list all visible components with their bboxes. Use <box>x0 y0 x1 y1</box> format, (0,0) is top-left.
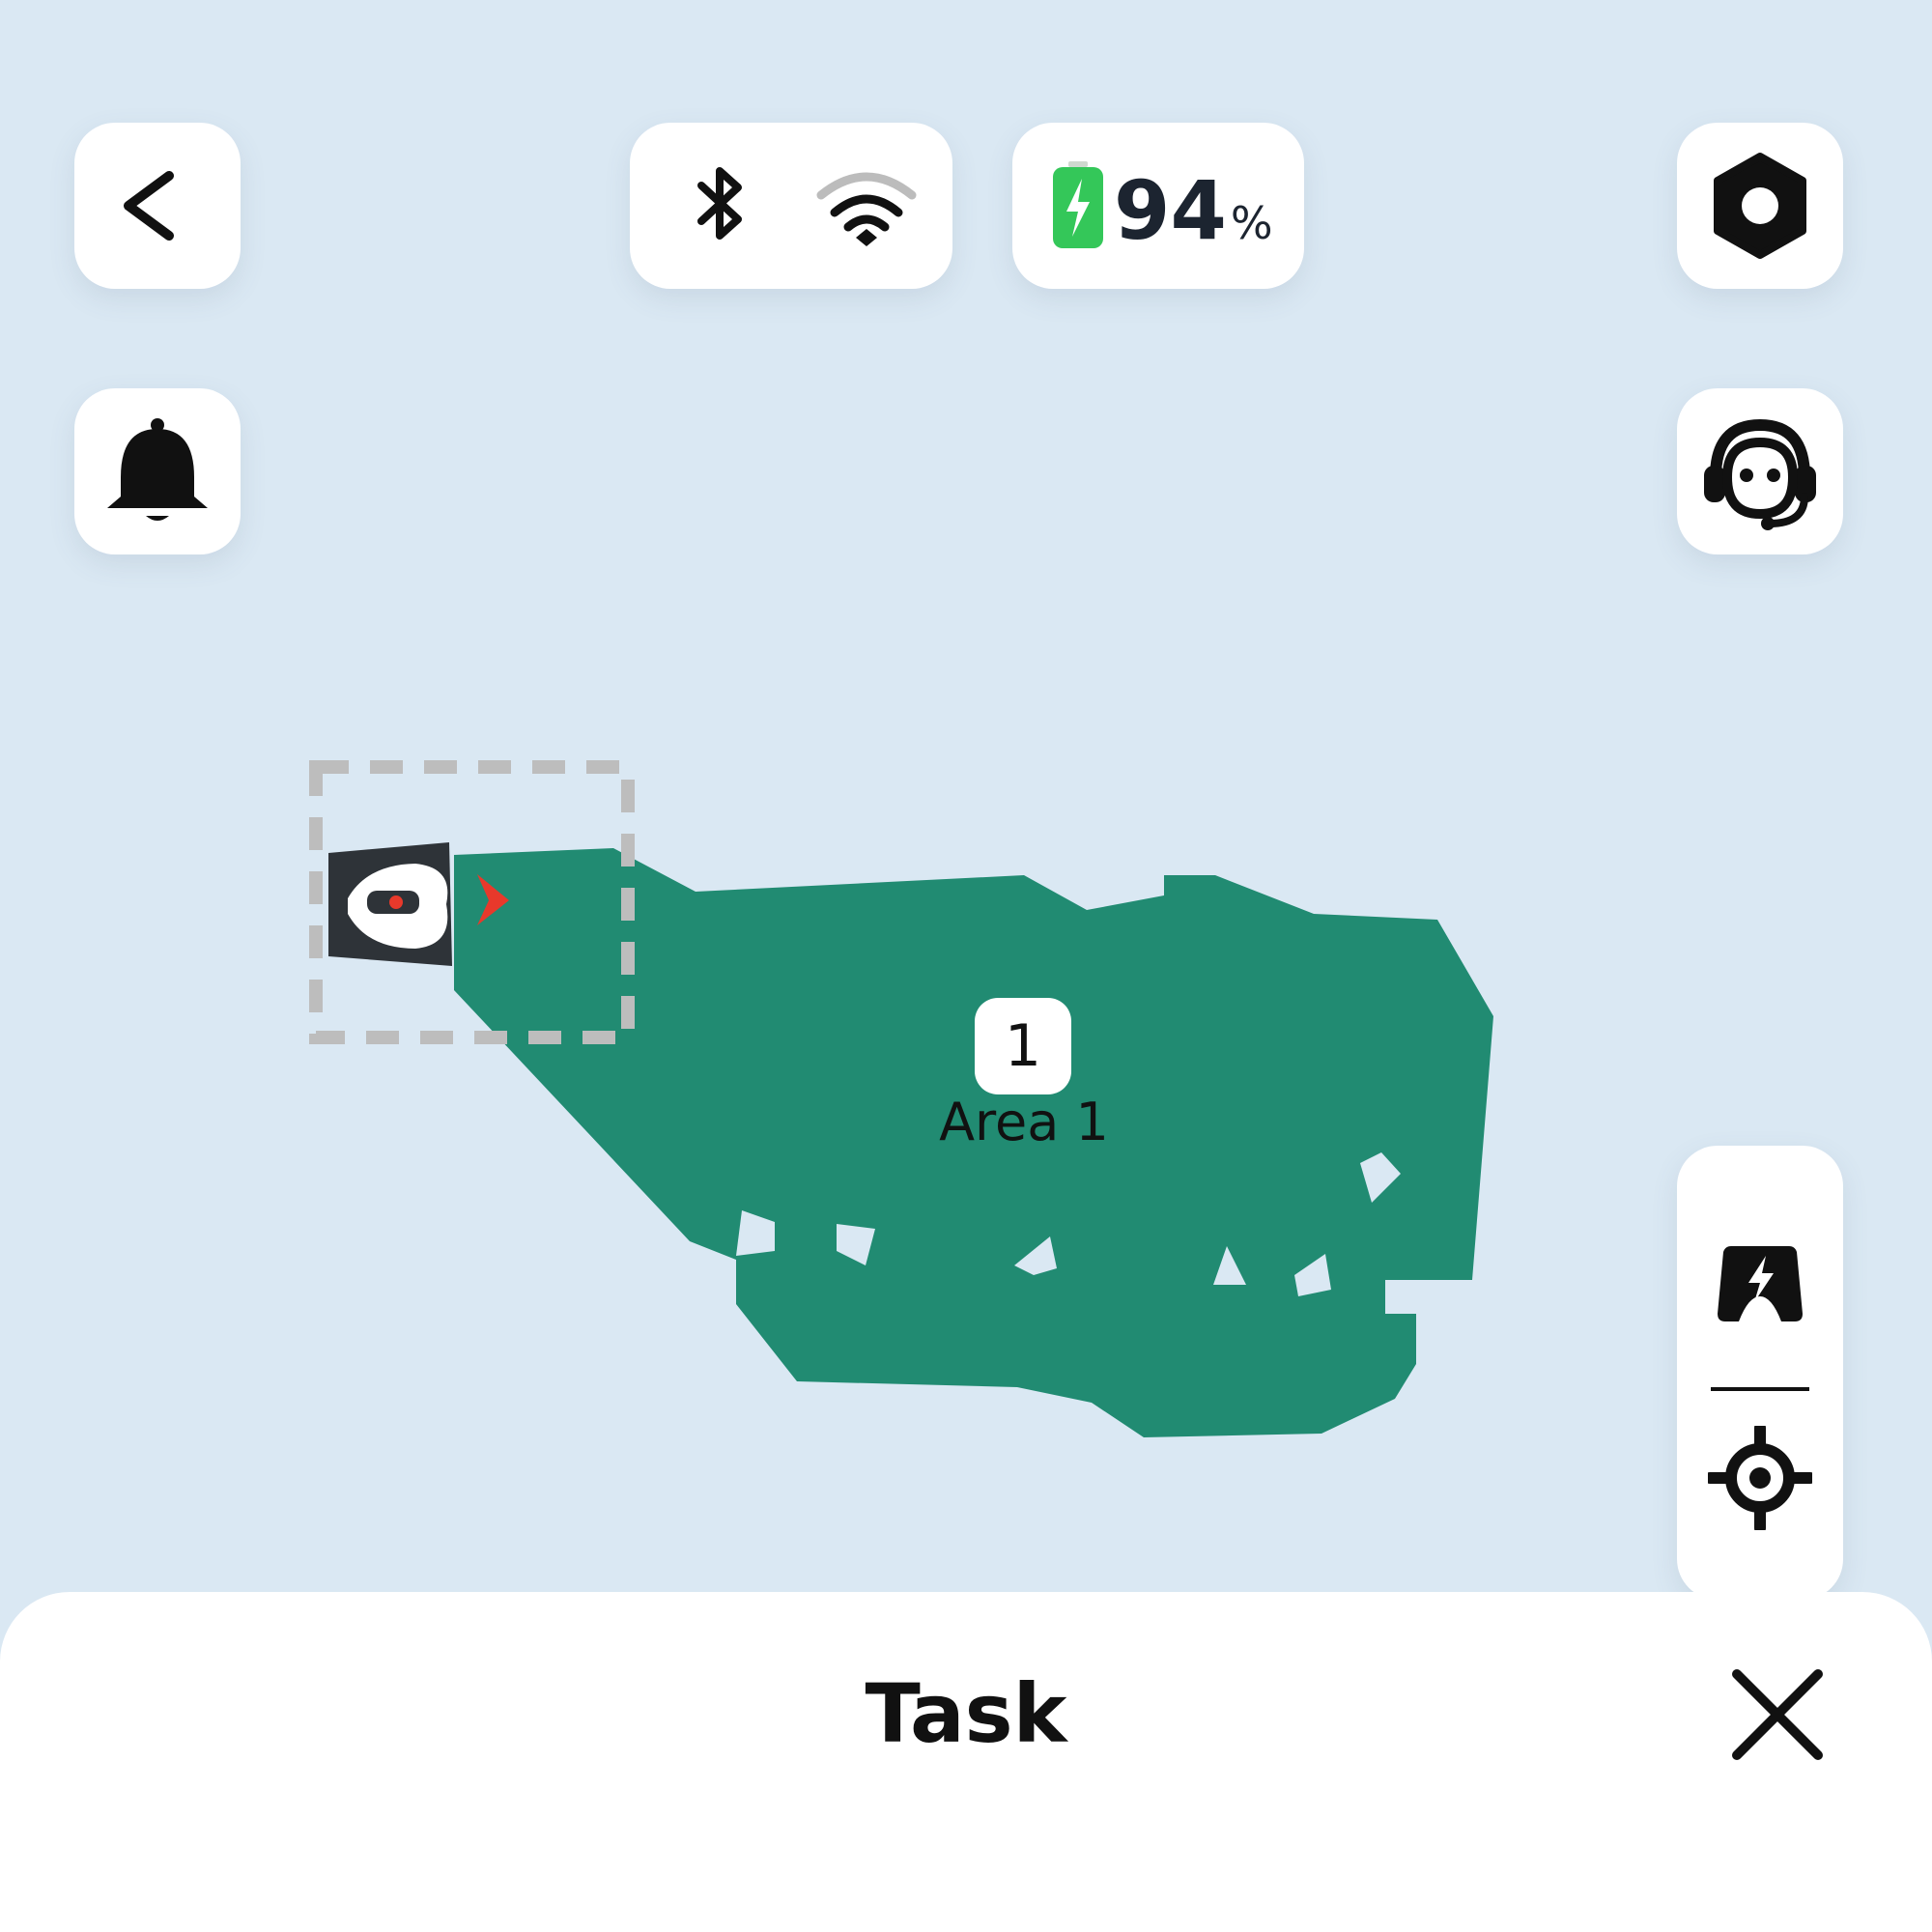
battery-unit: % <box>1230 197 1273 249</box>
chevron-left-icon <box>124 171 174 241</box>
map-controls <box>1677 1146 1843 1600</box>
close-button[interactable] <box>1719 1657 1835 1773</box>
battery-level: 94 <box>1114 163 1227 258</box>
wifi-icon <box>816 172 917 246</box>
bell-icon <box>107 418 208 521</box>
settings-button[interactable] <box>1677 123 1843 289</box>
sheet-title: Task <box>865 1666 1067 1761</box>
charging-station-icon <box>1718 1246 1803 1321</box>
divider <box>1711 1387 1809 1391</box>
headset-support-icon <box>1704 418 1816 530</box>
hexagon-gear-icon <box>1714 153 1806 259</box>
notifications-button[interactable] <box>74 388 241 554</box>
close-icon <box>1732 1669 1823 1760</box>
support-button[interactable] <box>1677 388 1843 554</box>
task-sheet <box>0 1592 1932 1932</box>
crosshair-locate-icon <box>1708 1426 1812 1530</box>
charging-station-button[interactable] <box>1677 1146 1843 1373</box>
bluetooth-icon <box>697 167 742 240</box>
mower-icon[interactable] <box>328 842 452 966</box>
back-button[interactable] <box>74 123 241 289</box>
area-number-badge[interactable]: 1 <box>975 998 1071 1094</box>
charging-battery-icon <box>1053 161 1103 248</box>
area-name-label: Area 1 <box>939 1092 1109 1152</box>
locate-button[interactable] <box>1677 1397 1843 1600</box>
battery-percentage: 94% <box>1114 162 1273 271</box>
connectivity-status[interactable] <box>630 123 952 289</box>
